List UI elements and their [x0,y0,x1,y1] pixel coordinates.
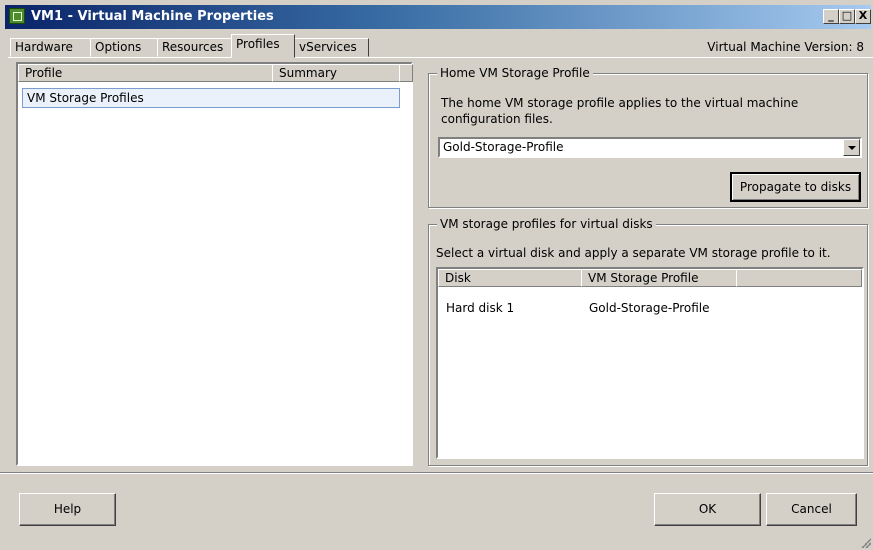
tab-resources[interactable]: Resources [157,38,240,57]
disk-profiles-description: Select a virtual disk and apply a separa… [436,246,831,260]
disk-profiles-title: VM storage profiles for virtual disks [437,217,656,231]
list-item[interactable]: VM Storage Profiles [22,88,400,108]
vm-icon [9,8,25,24]
tab-vservices[interactable]: vServices [294,38,369,57]
disk-table[interactable]: Disk VM Storage Profile Hard disk 1 Gold… [436,267,864,459]
disk-name: Hard disk 1 [446,301,515,315]
column-header-filler [399,64,413,82]
close-button[interactable]: X [855,9,871,24]
home-profile-select[interactable]: Gold-Storage-Profile [438,137,862,158]
title-bar[interactable]: VM1 - Virtual Machine Properties _ □ X [5,5,871,29]
tab-profiles[interactable]: Profiles [231,34,295,58]
minimize-button[interactable]: _ [823,9,839,24]
column-header-disk[interactable]: Disk [438,269,582,287]
help-button[interactable]: Help [19,493,116,526]
home-profile-selected: Gold-Storage-Profile [443,140,564,154]
vm-properties-window: VM1 - Virtual Machine Properties _ □ X H… [0,0,873,550]
profile-list[interactable]: Profile Summary VM Storage Profiles [16,62,413,466]
home-profile-description: The home VM storage profile applies to t… [441,96,799,126]
column-header-filler [736,269,862,287]
disk-profile: Gold-Storage-Profile [589,301,710,315]
tab-hardware[interactable]: Hardware [10,38,91,57]
column-header-profile[interactable]: Profile [18,64,273,82]
chevron-down-icon[interactable] [843,139,860,156]
vm-version-label: Virtual Machine Version: 8 [707,40,864,54]
resize-grip-icon[interactable] [861,538,871,548]
footer-separator [0,472,873,474]
profile-name: VM Storage Profiles [27,91,144,105]
cancel-button[interactable]: Cancel [766,493,857,526]
maximize-button[interactable]: □ [839,9,855,24]
window-title: VM1 - Virtual Machine Properties [31,9,274,24]
tab-options[interactable]: Options [90,38,158,57]
home-profile-title: Home VM Storage Profile [437,66,593,80]
ok-button[interactable]: OK [654,493,761,526]
propagate-to-disks-button[interactable]: Propagate to disks [730,172,861,202]
column-header-summary[interactable]: Summary [272,64,400,82]
column-header-vm-storage-profile[interactable]: VM Storage Profile [581,269,737,287]
